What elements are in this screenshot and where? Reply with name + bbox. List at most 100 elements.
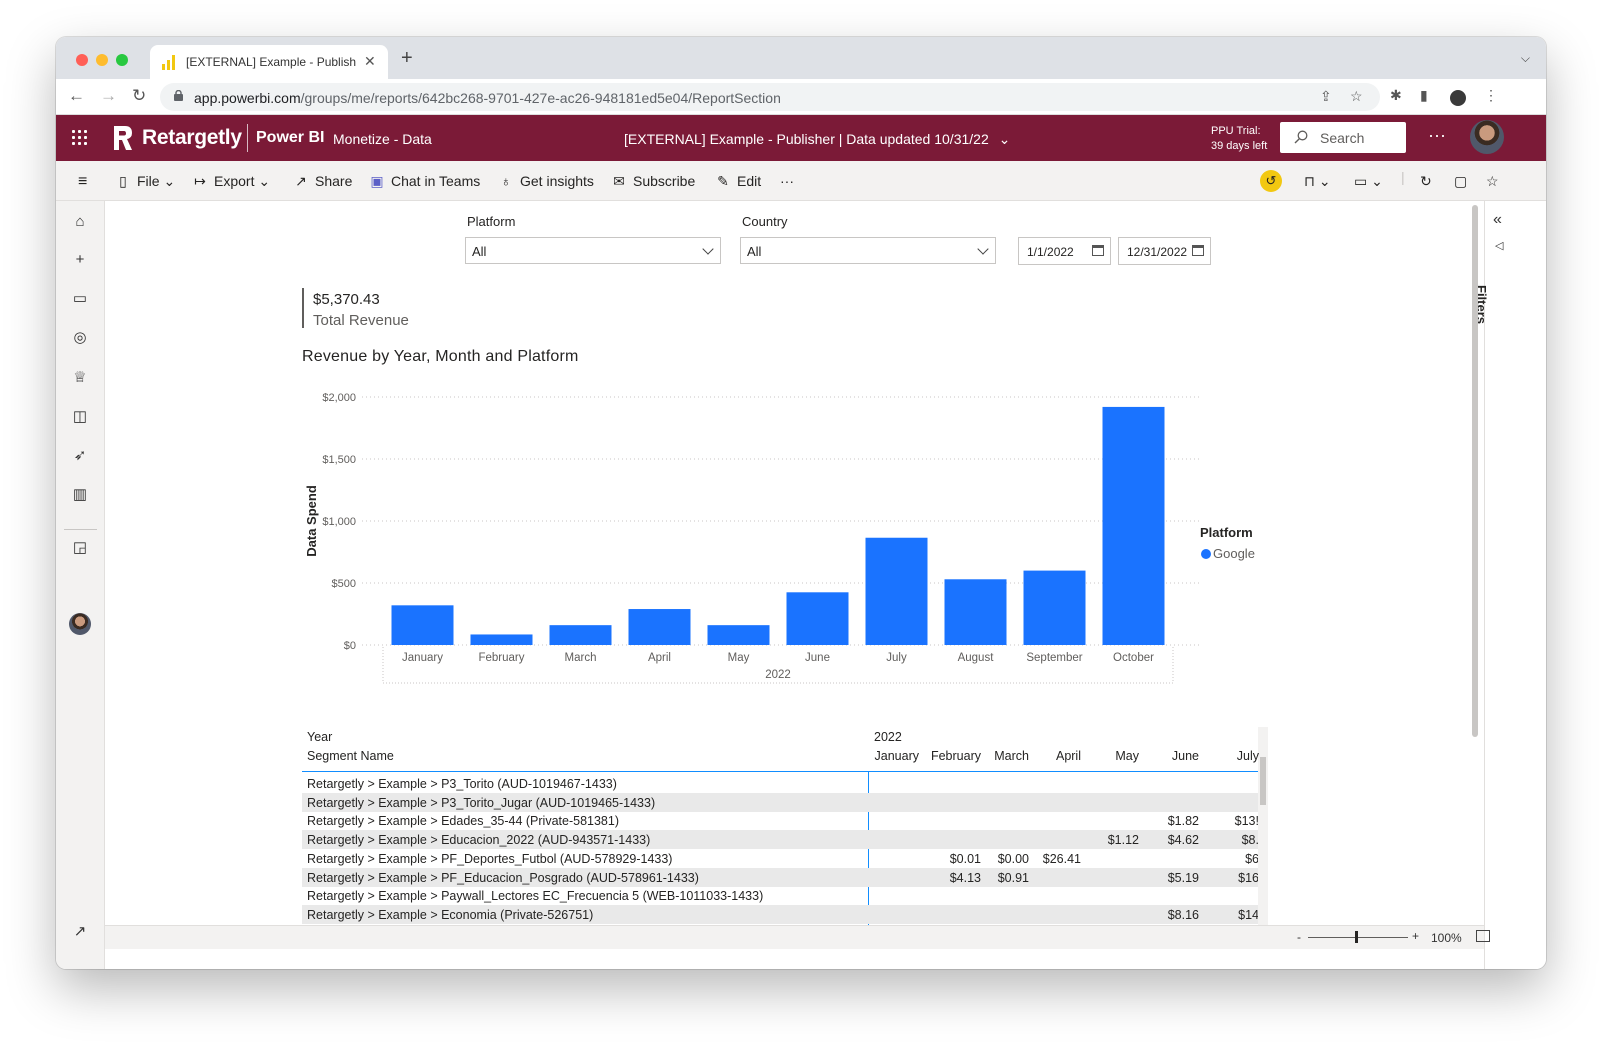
powerbi-favicon-icon xyxy=(162,55,178,70)
sidepanel-icon[interactable]: ▮ xyxy=(1420,87,1428,104)
total-revenue-label: Total Revenue xyxy=(313,312,409,329)
learn-book-icon[interactable]: ▥ xyxy=(71,486,89,504)
revenue-matrix[interactable]: Year Segment Name 2022 Retargetly > Exam… xyxy=(302,727,1268,925)
browser-tab[interactable]: [EXTERNAL] Example - Publish ✕ xyxy=(150,45,388,79)
account-avatar[interactable] xyxy=(1470,120,1504,154)
more-commands-icon[interactable]: ··· xyxy=(780,173,794,189)
tab-search-chevron-icon[interactable]: ⌵ xyxy=(1521,51,1530,66)
bookmark-star-icon[interactable]: ☆ xyxy=(1350,88,1363,105)
search-box[interactable]: Search xyxy=(1280,122,1406,153)
back-icon[interactable]: ← xyxy=(68,86,85,106)
revenue-bar-chart[interactable]: $0 $500 $1,000 $1,500 $2,000 Data Spend Januar… xyxy=(302,377,1272,689)
address-bar[interactable]: app.powerbi.com/groups/me/reports/642bc2… xyxy=(160,83,1380,111)
browse-folder-icon[interactable]: ▭ xyxy=(71,290,89,308)
product-name[interactable]: Power BI xyxy=(256,129,324,147)
bar-february[interactable] xyxy=(470,634,533,645)
bar-august[interactable] xyxy=(944,579,1007,645)
value-cell: $5.19 xyxy=(1167,870,1199,885)
share-button[interactable]: ↗ Share xyxy=(292,173,352,190)
table-row[interactable]: Retargetly > Example > Paywall_Lectores … xyxy=(302,886,1264,905)
edit-button[interactable]: ✎ Edit xyxy=(714,173,761,190)
tab-close-icon[interactable]: ✕ xyxy=(364,53,376,70)
get-insights-button[interactable]: ♁ Get insights xyxy=(497,173,594,189)
bar-september[interactable] xyxy=(1023,570,1086,645)
bar-june[interactable] xyxy=(786,592,849,645)
reload-icon[interactable]: ↻ xyxy=(132,86,146,106)
fit-to-page-icon[interactable] xyxy=(1476,930,1490,942)
canvas-scrollbar[interactable] xyxy=(1472,205,1478,737)
matrix-month-header: May xyxy=(1115,749,1139,763)
zoom-slider[interactable] xyxy=(1308,937,1408,938)
value-cell: $8.16 xyxy=(1167,907,1199,922)
collapse-pane-icon[interactable]: « xyxy=(1493,211,1502,229)
report-title[interactable]: [EXTERNAL] Example - Publisher | Data up… xyxy=(624,131,1010,148)
bar-april[interactable] xyxy=(628,609,691,645)
file-menu[interactable]: ▯ File ⌄ xyxy=(114,173,175,190)
maximize-window-button[interactable] xyxy=(116,54,128,66)
table-row[interactable]: Retargetly > Example > PF_Educacion_Posg… xyxy=(302,867,1264,887)
app-launcher-icon[interactable] xyxy=(72,130,88,146)
zoom-slider-thumb[interactable] xyxy=(1355,931,1358,943)
hamburger-menu-icon[interactable]: ≡ xyxy=(78,173,87,191)
profile-avatar[interactable] xyxy=(1450,90,1466,106)
value-cell: $0.00 xyxy=(997,851,1029,866)
goals-trophy-icon[interactable]: ♕ xyxy=(71,369,89,387)
close-window-button[interactable] xyxy=(76,54,88,66)
reset-icon[interactable]: ↺ xyxy=(1260,170,1282,192)
export-menu[interactable]: ↦ Export ⌄ xyxy=(191,173,270,190)
workspace-name[interactable]: Monetize - Data xyxy=(333,131,432,147)
x-tick-label: April xyxy=(648,652,671,664)
browser-menu-icon[interactable]: ⋮ xyxy=(1484,87,1498,104)
bar-july[interactable] xyxy=(865,537,928,645)
file-icon: ▯ xyxy=(119,173,127,189)
bar-january[interactable] xyxy=(391,605,454,645)
country-slicer-dropdown[interactable]: All xyxy=(740,237,996,264)
forward-icon[interactable]: → xyxy=(100,86,117,106)
refresh-icon[interactable]: ↻ xyxy=(1420,173,1432,190)
value-cell: $16 xyxy=(1238,870,1259,885)
bar-may[interactable] xyxy=(707,625,770,645)
x-tick-label: June xyxy=(805,652,830,664)
minimize-window-button[interactable] xyxy=(96,54,108,66)
zoom-in-button[interactable]: + xyxy=(1412,929,1419,943)
platform-slicer-dropdown[interactable]: All xyxy=(465,237,721,264)
expand-arrow-icon[interactable]: ↗ xyxy=(71,923,89,941)
zoom-out-button[interactable]: - xyxy=(1297,930,1301,944)
bar-october[interactable] xyxy=(1102,406,1165,645)
favorite-star-icon[interactable]: ☆ xyxy=(1486,173,1499,190)
bookmark-icon[interactable]: ⊓ ⌄ xyxy=(1304,173,1331,190)
share-page-icon[interactable]: ⇪ xyxy=(1320,88,1332,105)
new-tab-icon[interactable]: + xyxy=(401,47,413,70)
value-cell: $1.82 xyxy=(1167,814,1199,829)
table-row[interactable]: Retargetly > Example > Edades_35-44 (Pri… xyxy=(302,811,1264,830)
table-row[interactable]: Retargetly > Example > Educacion_2022 (A… xyxy=(302,830,1264,850)
more-options-icon[interactable]: ··· xyxy=(1428,125,1446,146)
matrix-scroll-thumb[interactable] xyxy=(1260,757,1266,805)
bar-march[interactable] xyxy=(549,625,612,645)
workspaces-icon[interactable]: ◲ xyxy=(71,539,89,557)
deployment-rocket-icon[interactable]: ➶ xyxy=(71,447,89,465)
table-row[interactable]: Retargetly > Example > Economia (Private… xyxy=(302,904,1264,924)
end-date-input[interactable]: 12/31/2022 xyxy=(1118,237,1211,265)
chevron-down-icon: ⌄ xyxy=(163,173,176,189)
matrix-scrollbar[interactable] xyxy=(1258,727,1268,925)
y-tick-label: $500 xyxy=(332,578,356,590)
apps-icon[interactable]: ◫ xyxy=(71,408,89,426)
create-icon[interactable]: + xyxy=(71,251,89,269)
value-cell: $26.41 xyxy=(1042,851,1081,866)
x-tick-label: July xyxy=(886,652,907,664)
subscribe-button[interactable]: ✉ Subscribe xyxy=(610,173,695,190)
extensions-icon[interactable]: ✱ xyxy=(1390,87,1402,104)
my-workspace-avatar[interactable] xyxy=(69,613,91,635)
table-row[interactable]: Retargetly > Example > PF_Deportes_Futbo… xyxy=(302,849,1264,868)
chat-in-teams-button[interactable]: ▣ Chat in Teams xyxy=(368,173,480,190)
data-hub-icon[interactable]: ◎ xyxy=(71,329,89,347)
segment-name-cell: Retargetly > Example > P3_Torito (AUD-10… xyxy=(307,777,617,791)
view-icon[interactable]: ▭ ⌄ xyxy=(1354,173,1383,190)
command-divider: | xyxy=(1401,169,1405,185)
table-row[interactable]: Retargetly > Example > P3_Torito_Jugar (… xyxy=(302,792,1264,812)
start-date-input[interactable]: 1/1/2022 xyxy=(1018,237,1111,265)
comment-icon[interactable]: ▢ xyxy=(1454,173,1467,190)
table-row[interactable]: Retargetly > Example > P3_Torito (AUD-10… xyxy=(302,774,1264,793)
home-icon[interactable]: ⌂ xyxy=(71,213,89,231)
